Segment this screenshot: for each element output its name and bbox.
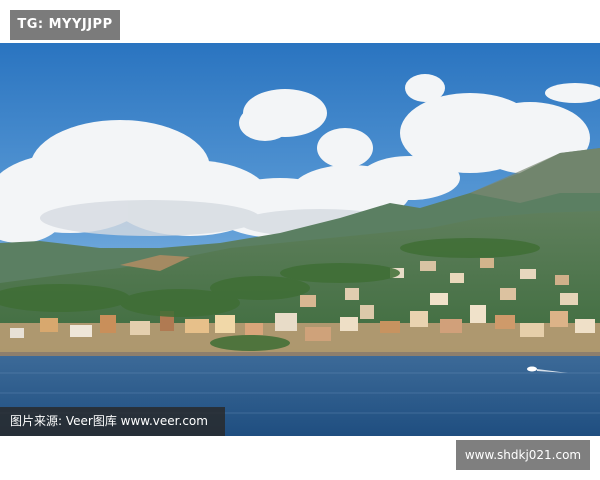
watermark-tag: TG: MYYJJPP <box>10 10 120 40</box>
site-watermark: www.shdkj021.com <box>456 440 590 470</box>
shoreline <box>0 352 600 356</box>
landscape-photo <box>0 43 600 436</box>
image-credit-bar: 图片来源: Veer图库 www.veer.com <box>0 407 225 436</box>
